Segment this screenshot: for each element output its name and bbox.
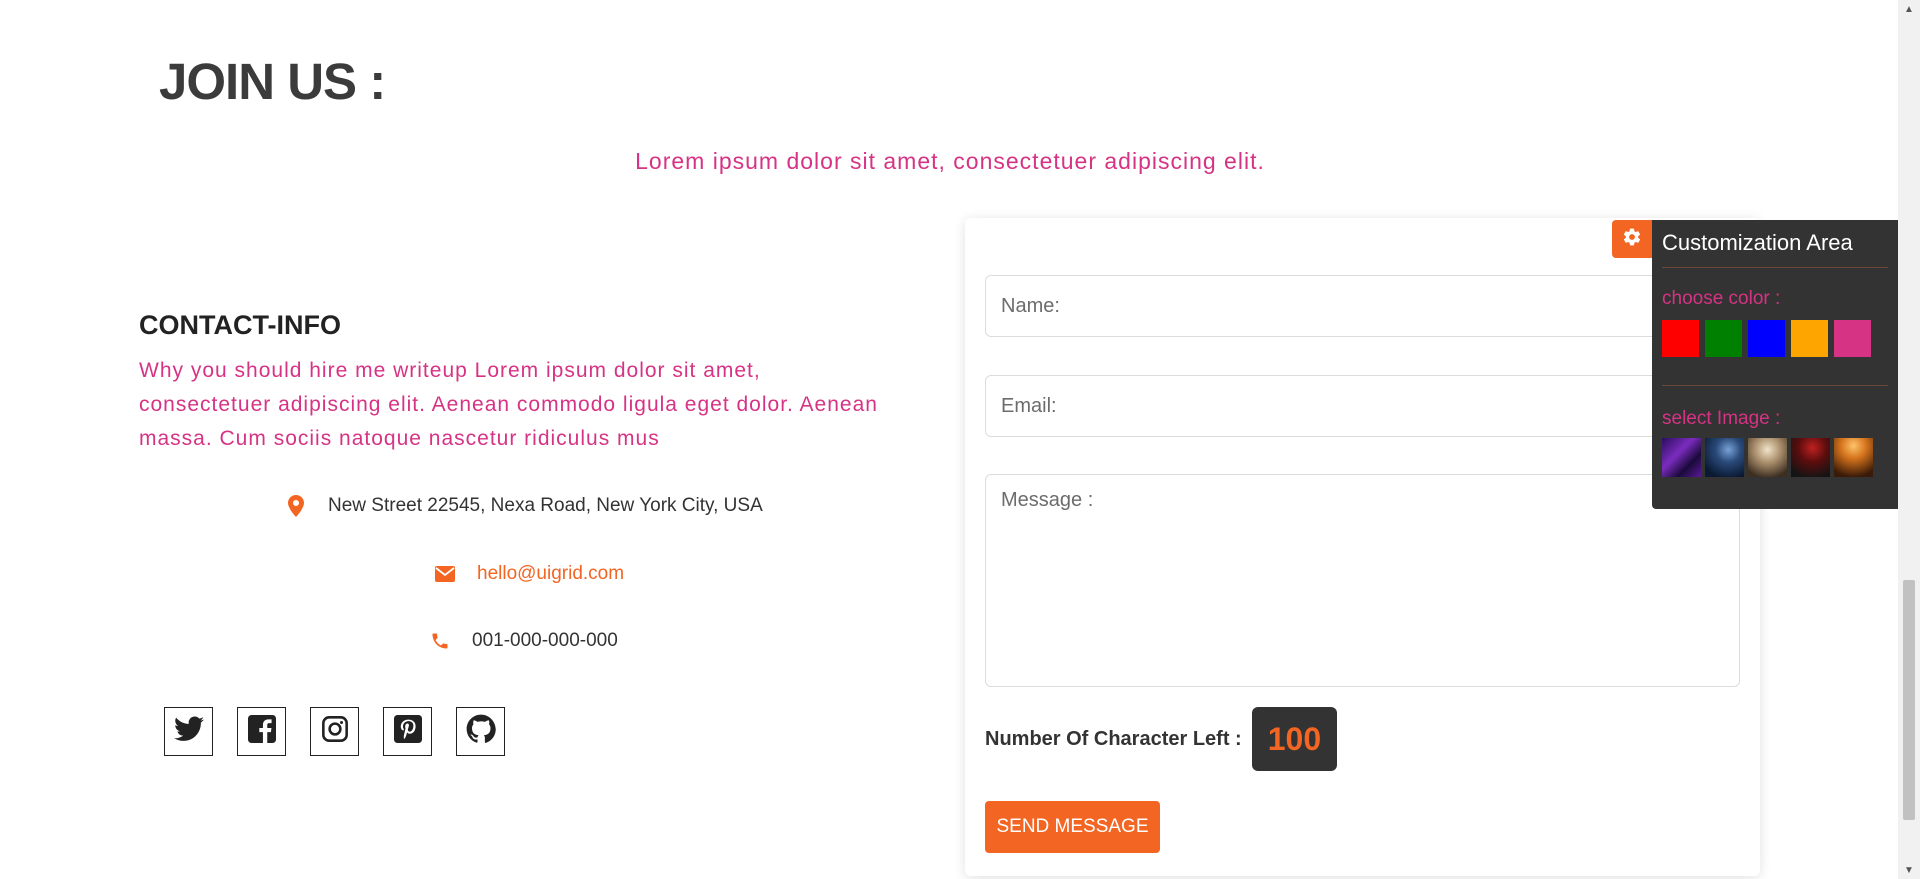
contact-info-heading: CONTACT-INFO <box>139 310 341 340</box>
contact-form: Number Of Character Left : 100 SEND MESS… <box>965 218 1760 876</box>
github-link[interactable] <box>456 707 505 756</box>
customization-toggle-button[interactable] <box>1612 220 1652 258</box>
image-thumbnail-2[interactable] <box>1705 438 1744 477</box>
address-text: New Street 22545, Nexa Road, New York Ci… <box>328 495 763 516</box>
divider <box>1662 385 1888 386</box>
color-swatch-blue[interactable] <box>1748 320 1785 357</box>
envelope-icon <box>433 562 457 586</box>
image-thumbnail-4[interactable] <box>1791 438 1830 477</box>
email-row[interactable]: hello@uigrid.com <box>433 562 624 586</box>
scroll-up-arrow-icon[interactable]: ▲ <box>1898 0 1920 18</box>
twitter-link[interactable] <box>164 707 213 756</box>
github-icon <box>466 714 496 749</box>
customization-panel: Customization Area choose color : select… <box>1652 220 1898 509</box>
image-thumbnail-5[interactable] <box>1834 438 1873 477</box>
send-message-button[interactable]: SEND MESSAGE <box>985 801 1160 853</box>
name-input[interactable] <box>985 275 1740 337</box>
instagram-icon <box>321 715 349 748</box>
color-swatch-orange[interactable] <box>1791 320 1828 357</box>
map-marker-icon <box>284 494 308 518</box>
color-swatch-pink[interactable] <box>1834 320 1871 357</box>
phone-icon <box>428 629 452 653</box>
social-links <box>164 707 505 756</box>
color-swatch-red[interactable] <box>1662 320 1699 357</box>
color-swatches <box>1662 320 1888 357</box>
pinterest-icon <box>393 715 422 748</box>
section-subtitle: Lorem ipsum dolor sit amet, consectetuer… <box>635 148 1265 174</box>
twitter-icon <box>173 716 204 747</box>
pinterest-link[interactable] <box>383 707 432 756</box>
divider <box>1662 267 1888 268</box>
scrollbar-thumb[interactable] <box>1903 580 1915 820</box>
phone-text: 001-000-000-000 <box>472 630 618 651</box>
choose-color-label: choose color : <box>1662 288 1781 309</box>
facebook-link[interactable] <box>237 707 286 756</box>
address-row: New Street 22545, Nexa Road, New York Ci… <box>284 494 763 518</box>
character-left-count: 100 <box>1251 707 1338 771</box>
page-scrollbar[interactable]: ▲ ▼ <box>1898 0 1920 879</box>
facebook-icon <box>247 715 276 748</box>
email-input[interactable] <box>985 375 1740 437</box>
select-image-label: select Image : <box>1662 408 1781 429</box>
image-thumbnails <box>1662 438 1888 477</box>
character-counter: Number Of Character Left : 100 <box>985 707 1338 771</box>
instagram-link[interactable] <box>310 707 359 756</box>
contact-description: Why you should hire me writeup Lorem ips… <box>139 359 878 450</box>
phone-row: 001-000-000-000 <box>428 629 618 653</box>
email-link[interactable]: hello@uigrid.com <box>477 563 624 585</box>
color-swatch-green[interactable] <box>1705 320 1742 357</box>
character-left-label: Number Of Character Left : <box>985 727 1242 750</box>
image-thumbnail-3[interactable] <box>1748 438 1787 477</box>
section-title: JOIN US : <box>159 53 386 110</box>
image-thumbnail-1[interactable] <box>1662 438 1701 477</box>
gear-icon <box>1622 227 1642 252</box>
customization-title: Customization Area <box>1662 230 1853 255</box>
page: JOIN US : Lorem ipsum dolor sit amet, co… <box>0 0 1920 879</box>
message-textarea[interactable] <box>985 474 1740 687</box>
scroll-down-arrow-icon[interactable]: ▼ <box>1898 861 1920 879</box>
